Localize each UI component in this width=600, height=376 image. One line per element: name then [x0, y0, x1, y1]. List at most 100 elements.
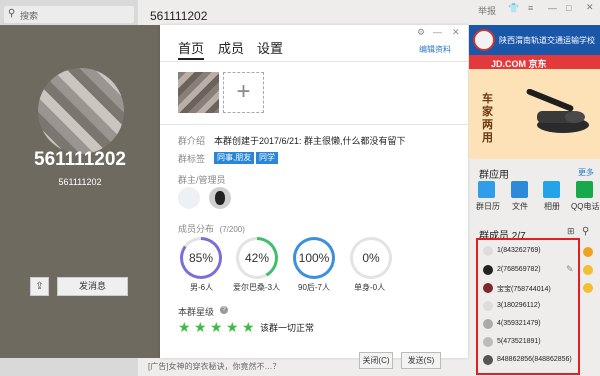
tab-home[interactable]: 首页: [178, 38, 205, 60]
apps-title: 群应用: [479, 170, 509, 181]
tag-chip[interactable]: 同学: [256, 152, 278, 164]
member-name[interactable]: 3(180296112): [497, 302, 540, 309]
member-avatar: [483, 319, 493, 329]
member-avatar: [483, 337, 493, 347]
app-label: QQ电话: [571, 202, 600, 211]
tag-chip[interactable]: 同事,朋友: [214, 152, 255, 164]
search-box[interactable]: ⚲ 搜索: [4, 6, 134, 23]
calendar-icon[interactable]: [478, 181, 495, 198]
share-icon: ⇪: [35, 281, 44, 292]
admin-avatar[interactable]: [178, 187, 200, 209]
member-name[interactable]: 5(473521891): [497, 338, 541, 345]
distribution-label: 成员分布 (7/200): [178, 222, 245, 235]
share-button[interactable]: ⇪: [30, 277, 49, 296]
edit-icon[interactable]: ✎: [566, 264, 574, 275]
intro-text: 本群创建于2017/6/21: 群主很懒,什么都没有留下: [214, 136, 406, 146]
distribution-count: (7/200): [219, 225, 245, 234]
member-avatar: [483, 283, 493, 293]
member-avatar: [483, 301, 493, 311]
skin-icon[interactable]: 👕: [508, 3, 519, 14]
profile-card: 561111202 561111202 ⇪ 发消息: [0, 25, 160, 358]
help-icon[interactable]: ?: [220, 306, 228, 314]
member-avatar: [483, 246, 493, 256]
tab-members[interactable]: 成员: [218, 38, 244, 57]
member-avatar: [483, 355, 493, 365]
photo-icon[interactable]: [543, 181, 560, 198]
add-photo-button[interactable]: +: [223, 72, 264, 113]
more-apps-link[interactable]: 更多: [578, 167, 594, 178]
intro-label: 群介绍: [178, 136, 206, 146]
vacuum-image: [526, 89, 589, 133]
minimize-icon[interactable]: —: [548, 3, 557, 13]
member-name[interactable]: 2(768569782): [497, 266, 541, 273]
maximize-icon[interactable]: □: [566, 3, 571, 13]
member-avatar: [483, 265, 493, 275]
search-icon[interactable]: ⚲: [582, 226, 589, 237]
send-message-button[interactable]: 发消息: [57, 277, 128, 296]
divider: [160, 61, 468, 62]
star-icon: ★: [210, 319, 223, 335]
star-icon: ★: [226, 319, 239, 335]
divider: [160, 124, 468, 125]
profile-avatar: [38, 68, 124, 154]
app-label: 群日历: [476, 202, 500, 211]
jd-bar: JD.COM 京东: [469, 55, 600, 69]
stat-ring: 85%: [180, 237, 222, 279]
school-ad-text: 陕西渭南轨道交通运输学校: [499, 36, 595, 45]
group-card: ⚙ — ✕ 首页 成员 设置 编辑资料 + 群介绍 本群创建于2017/6/21…: [160, 25, 468, 358]
star-icon: ★: [178, 319, 191, 335]
stat-value: 100%: [296, 240, 332, 276]
member-name[interactable]: 宝宝(758744014): [497, 284, 551, 294]
member-name[interactable]: 4(359321479): [497, 320, 541, 327]
member-name[interactable]: 1(843262769): [497, 247, 541, 254]
phone-icon[interactable]: [576, 181, 593, 198]
close-button[interactable]: 关闭(C): [359, 352, 393, 369]
stat-label: 男-6人: [190, 283, 214, 292]
owner-icon: [583, 247, 593, 257]
stat-value: 0%: [353, 240, 389, 276]
admin-icon: [583, 283, 593, 293]
close-icon[interactable]: ✕: [586, 2, 594, 13]
stat-ring: 42%: [236, 237, 278, 279]
minimize-icon[interactable]: —: [433, 27, 442, 37]
school-logo: [473, 29, 495, 51]
jd-ad[interactable]: JD.COM 京东 车家两用: [469, 55, 600, 159]
stat-label: 90后-7人: [298, 283, 331, 292]
member-name[interactable]: 848862856(848862856): [497, 356, 572, 363]
admin-avatar[interactable]: [209, 187, 231, 209]
app-label: 文件: [512, 202, 528, 211]
group-photo[interactable]: [178, 72, 219, 113]
edit-profile-link[interactable]: 编辑资料: [419, 44, 451, 55]
profile-display-name: 561111202: [34, 149, 126, 170]
level-label: 本群星级: [178, 307, 215, 317]
menu-icon[interactable]: ≡: [528, 3, 533, 13]
star-note: 该群一切正常: [260, 323, 315, 333]
report-link[interactable]: 举报: [478, 4, 496, 17]
profile-number: 561111202: [58, 177, 102, 187]
send-button[interactable]: 发送(S): [401, 352, 441, 369]
chat-title: 561111202: [150, 9, 208, 23]
settings-icon[interactable]: ⚙: [417, 27, 425, 38]
distribution-title: 成员分布: [178, 224, 215, 234]
member-list: 1(843262769) 2(768569782) ✎ 宝宝(758744014…: [476, 238, 580, 375]
jd-brand: JD.COM 京东: [491, 59, 547, 69]
admin-icon: [583, 265, 593, 275]
folder-icon[interactable]: [511, 181, 528, 198]
stat-ring: 0%: [350, 237, 392, 279]
stat-label: 爱尔巴桑-3人: [233, 283, 281, 292]
app-label: 相册: [544, 202, 560, 211]
tab-settings[interactable]: 设置: [257, 38, 283, 57]
window-controls: 举报 👕 ≡ — □ ✕: [470, 0, 600, 18]
close-icon[interactable]: ✕: [452, 27, 460, 38]
invite-icon[interactable]: ⊞: [567, 226, 575, 237]
school-ad[interactable]: 陕西渭南轨道交通运输学校: [469, 25, 600, 55]
admin-label: 群主/管理员: [178, 175, 226, 185]
jd-ad-text: 车家两用: [482, 93, 493, 144]
star-icon: ★: [242, 319, 255, 335]
search-icon: ⚲: [8, 8, 16, 19]
stat-value: 85%: [183, 240, 219, 276]
ad-text[interactable]: [广告]女神的穿衣秘诀，你竟然不…？: [148, 361, 280, 372]
star-icon: ★: [194, 319, 207, 335]
stat-label: 单身-0人: [354, 283, 386, 292]
stat-value: 42%: [239, 240, 275, 276]
